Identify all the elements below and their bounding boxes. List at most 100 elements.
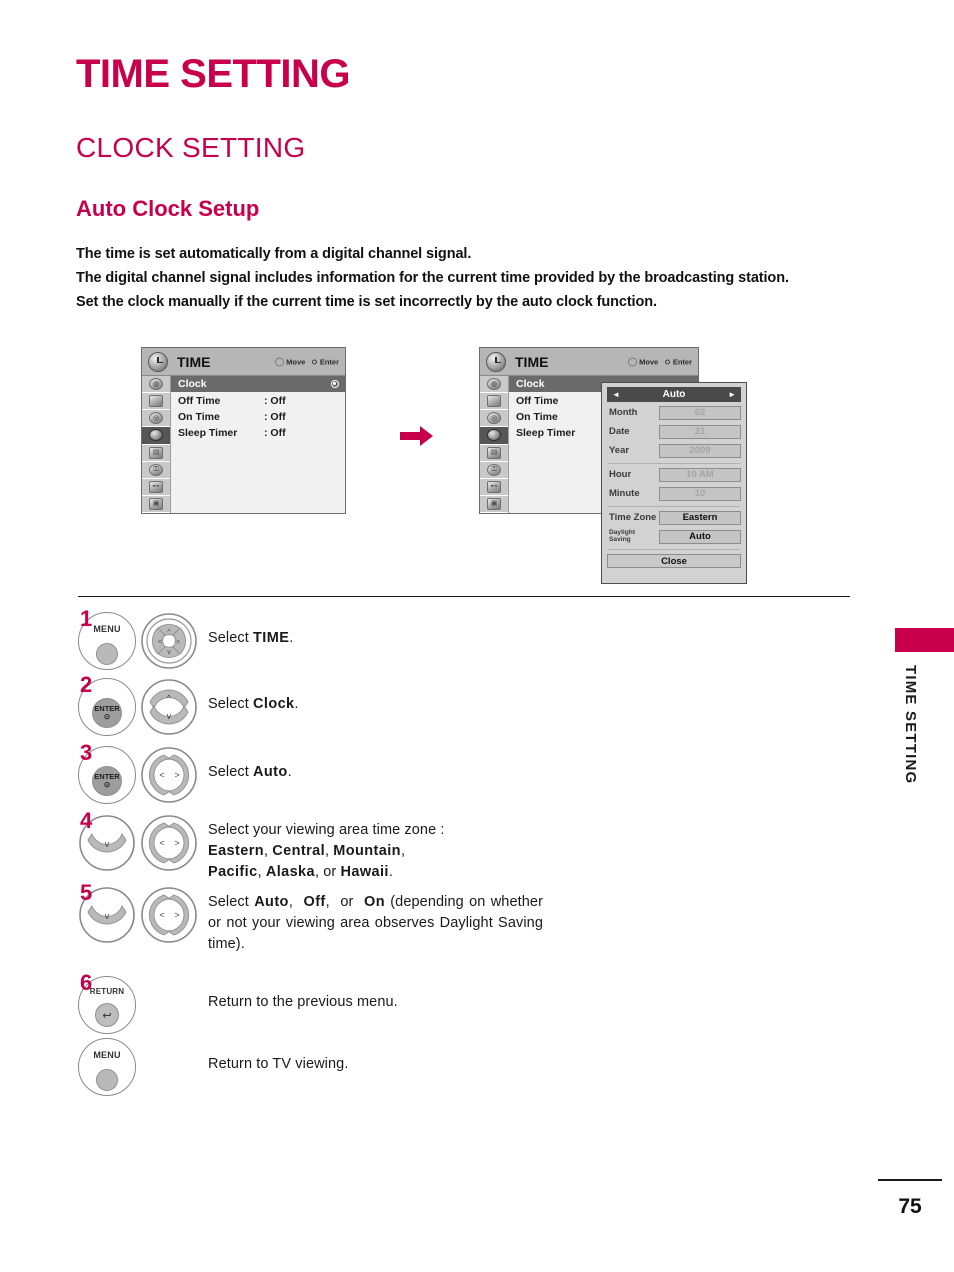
date-field[interactable]: 21 bbox=[659, 424, 741, 439]
hour-field[interactable]: 10 AM bbox=[659, 467, 741, 482]
leftright-arrows-icon[interactable]: < > bbox=[140, 814, 198, 872]
step-description: Return to TV viewing. bbox=[208, 1056, 349, 1072]
step-controls: v < > bbox=[78, 886, 208, 944]
sidebar-icon-time[interactable] bbox=[480, 427, 508, 445]
osd-panel-left: TIME Move Enter ◍ ◎ ▤ ⚿ ⊷ ▣ Clock Off Ti… bbox=[141, 347, 346, 514]
svg-text:<: < bbox=[158, 639, 162, 646]
clock-icon bbox=[486, 351, 506, 372]
osd-menu-title: TIME bbox=[177, 353, 211, 370]
step-1: 1 MENU ^ v < > Select TIME. bbox=[78, 608, 858, 678]
time-zone-field[interactable]: Eastern bbox=[659, 510, 741, 525]
dialog-row-minute: Minute 10 bbox=[607, 485, 741, 502]
dpad-4way-icon[interactable]: ^ v < > bbox=[140, 612, 198, 670]
hour-label: Hour bbox=[609, 468, 632, 480]
enter-button-label: ENTER ⊙ bbox=[94, 772, 120, 789]
dialog-row-hour: Hour 10 AM bbox=[607, 466, 741, 483]
step-description: Select TIME. bbox=[208, 630, 294, 646]
osd-row-label: On Time bbox=[178, 410, 220, 423]
section-divider bbox=[78, 596, 850, 597]
svg-text:>: > bbox=[176, 639, 180, 646]
sidebar-icon-option[interactable]: ▤ bbox=[480, 445, 508, 462]
svg-text:v: v bbox=[105, 839, 110, 849]
month-label: Month bbox=[609, 406, 638, 418]
option-icon: ▤ bbox=[487, 446, 501, 459]
input-icon: ⊷ bbox=[149, 480, 163, 493]
dialog-row-daylight-saving: Daylight Saving Auto bbox=[607, 528, 741, 545]
svg-text:>: > bbox=[174, 770, 179, 780]
year-label: Year bbox=[609, 444, 630, 456]
osd-row-off-time[interactable]: Off Time : Off bbox=[171, 392, 345, 408]
button-dot-icon bbox=[96, 643, 118, 665]
step-controls: RETURN ↩ bbox=[78, 976, 208, 1034]
osd-row-label: On Time bbox=[516, 410, 558, 423]
option-icon: ▤ bbox=[149, 446, 163, 459]
step-2: 2 ENTER ⊙ ^ v Select Clock. bbox=[78, 674, 858, 746]
step-number: 4 bbox=[80, 808, 93, 833]
intro-line-3: Set the clock manually if the current ti… bbox=[76, 294, 657, 310]
sidebar-icon-lock[interactable]: ⚿ bbox=[480, 462, 508, 479]
sidebar-icon-usb[interactable]: ▣ bbox=[142, 496, 170, 513]
updown-arrows-icon[interactable]: ^ v bbox=[140, 678, 198, 736]
enter-button-dot: ENTER ⊙ bbox=[92, 766, 122, 796]
dpad-icon bbox=[627, 357, 637, 366]
step-keyword: Off bbox=[303, 894, 326, 910]
step-6: 6 RETURN ↩ Return to the previous menu. bbox=[78, 972, 858, 1038]
step-number: 1 bbox=[80, 606, 93, 631]
step-number: 6 bbox=[80, 970, 93, 995]
sidebar-icon-option[interactable]: ▤ bbox=[142, 445, 170, 462]
dialog-mode-label: Auto bbox=[662, 389, 686, 400]
sidebar-icon-screen[interactable] bbox=[480, 393, 508, 411]
usb-icon: ▣ bbox=[149, 497, 163, 510]
step-controls: ENTER ⊙ ^ v bbox=[78, 678, 208, 736]
sidebar-icon-time[interactable] bbox=[142, 427, 170, 445]
year-field[interactable]: 2009 bbox=[659, 443, 741, 458]
osd-row-on-time[interactable]: On Time : Off bbox=[171, 409, 345, 425]
osd-icon-sidebar: ◍ ◎ ▤ ⚿ ⊷ ▣ bbox=[480, 376, 509, 513]
osd-row-sleep-timer[interactable]: Sleep Timer : Off bbox=[171, 425, 345, 441]
osd-row-label: Off Time bbox=[516, 394, 559, 407]
leftright-arrows-icon[interactable]: < > bbox=[140, 886, 198, 944]
svg-text:v: v bbox=[167, 711, 172, 721]
leftright-arrows-icon[interactable]: < > bbox=[140, 746, 198, 804]
sidebar-icon-picture[interactable]: ◍ bbox=[142, 376, 170, 394]
enter-button-dot: ENTER ⊙ bbox=[92, 698, 122, 728]
time-icon bbox=[149, 429, 163, 442]
hint-move: Move bbox=[274, 357, 305, 366]
divider bbox=[608, 506, 740, 507]
step-controls: ENTER ⊙ < > bbox=[78, 746, 208, 804]
menu-button[interactable]: MENU bbox=[78, 1038, 136, 1096]
audio-icon: ◎ bbox=[149, 412, 163, 425]
sidebar-icon-screen[interactable] bbox=[142, 393, 170, 411]
section-heading: CLOCK SETTING bbox=[76, 132, 306, 163]
step-number: 5 bbox=[80, 880, 93, 905]
sidebar-icon-input[interactable]: ⊷ bbox=[480, 479, 508, 496]
sidebar-icon-lock[interactable]: ⚿ bbox=[142, 462, 170, 479]
sidebar-icon-audio[interactable]: ◎ bbox=[480, 410, 508, 428]
subsection-heading: Auto Clock Setup bbox=[76, 196, 260, 221]
selected-knob-icon bbox=[331, 380, 339, 389]
osd-menu-title: TIME bbox=[515, 353, 549, 370]
prev-arrow-icon[interactable]: ◄ bbox=[612, 390, 620, 399]
daylight-saving-field[interactable]: Auto bbox=[659, 529, 741, 544]
dialog-header: ◄ Auto ► bbox=[607, 387, 741, 402]
sidebar-icon-picture[interactable]: ◍ bbox=[480, 376, 508, 394]
osd-icon-sidebar: ◍ ◎ ▤ ⚿ ⊷ ▣ bbox=[142, 376, 171, 513]
next-arrow-icon[interactable]: ► bbox=[728, 390, 736, 399]
minute-field[interactable]: 10 bbox=[659, 486, 741, 501]
picture-icon: ◍ bbox=[149, 378, 163, 391]
sidebar-icon-input[interactable]: ⊷ bbox=[142, 479, 170, 496]
hint-move: Move bbox=[627, 357, 659, 366]
sidebar-icon-usb[interactable]: ▣ bbox=[480, 496, 508, 513]
osd-row-label: Off Time bbox=[178, 394, 221, 407]
divider bbox=[608, 549, 740, 550]
close-button[interactable]: Close bbox=[607, 554, 741, 568]
hint-enter-label: Enter bbox=[319, 357, 339, 366]
osd-row-label: Clock bbox=[516, 378, 545, 391]
osd-hints: Move Enter bbox=[274, 357, 339, 366]
osd-row-clock[interactable]: Clock bbox=[171, 376, 345, 393]
month-field[interactable]: 02 bbox=[659, 405, 741, 420]
step-keyword: On bbox=[364, 894, 385, 910]
hint-move-label: Move bbox=[639, 357, 659, 366]
sidebar-icon-audio[interactable]: ◎ bbox=[142, 410, 170, 428]
osd-row-value: : Off bbox=[264, 394, 286, 407]
